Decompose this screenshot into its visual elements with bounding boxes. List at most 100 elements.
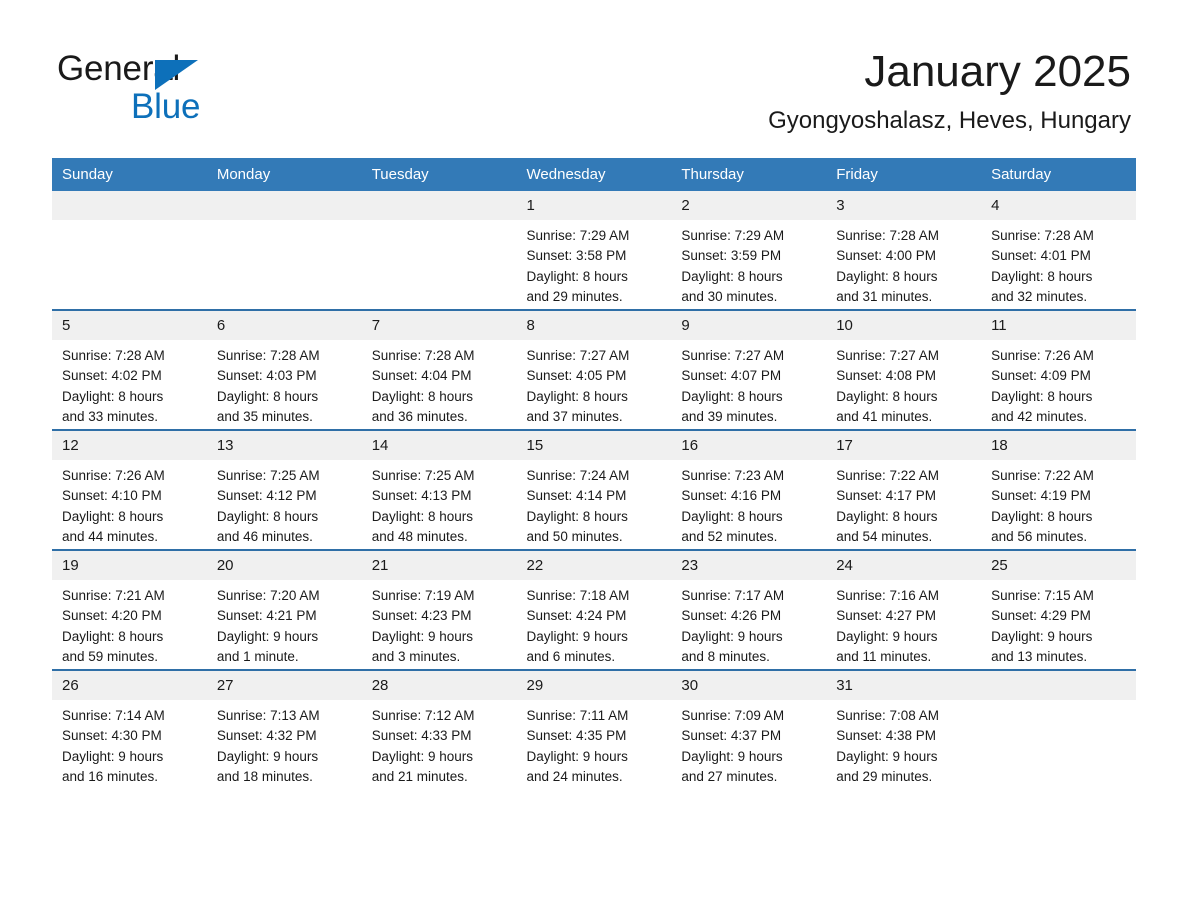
calendar-day-cell[interactable]: 24 Sunrise: 7:16 AM Sunset: 4:27 PM Dayligh… — [826, 549, 982, 670]
day-info-line: and 37 minutes. — [526, 408, 623, 424]
day-info-line: Daylight: 8 hours — [526, 388, 628, 404]
day-info-line: Sunrise: 7:26 AM — [62, 468, 165, 483]
day-number: 14 — [361, 431, 517, 460]
calendar-day-cell[interactable]: 5 Sunrise: 7:28 AM Sunset: 4:02 PM Daylight… — [52, 309, 207, 430]
day-info-line: Sunset: 4:33 PM — [371, 728, 472, 744]
day-info-line: Sunset: 4:35 PM — [526, 728, 627, 744]
day-info-line: Sunset: 4:23 PM — [371, 608, 472, 624]
calendar-day-cell[interactable]: 20 Sunrise: 7:20 AM Sunset: 4:21 PM Dayligh… — [206, 549, 362, 670]
calendar-day-cell[interactable]: 6 Sunrise: 7:28 AM Sunset: 4:03 PM Daylight… — [206, 309, 362, 430]
day-info-line: Daylight: 8 hours — [62, 388, 164, 404]
day-info-line: Sunrise: 7:25 AM — [371, 468, 475, 483]
calendar-day-cell[interactable]: 3 Sunrise: 7:28 AM Sunset: 4:00 PM Daylight… — [826, 191, 982, 310]
calendar-day-cell[interactable]: 25 Sunrise: 7:15 AM Sunset: 4:29 PM Dayligh… — [981, 549, 1136, 670]
day-info-line: Sunset: 4:13 PM — [371, 488, 472, 504]
day-number: 19 — [52, 551, 207, 580]
day-number: 17 — [826, 431, 982, 460]
calendar-day-cell[interactable]: 12 Sunrise: 7:26 AM Sunset: 4:10 PM Dayligh… — [52, 429, 207, 550]
day-sun-info: Sunrise: 7:17 AM Sunset: 4:26 PM Daylight:… — [671, 580, 826, 667]
day-info-line: Sunrise: 7:27 AM — [681, 348, 785, 363]
day-info-line: Daylight: 9 hours — [991, 628, 1093, 644]
day-info-line: and 33 minutes. — [62, 408, 159, 424]
calendar-day-cell[interactable]: 30 Sunrise: 7:09 AM Sunset: 4:37 PM Dayligh… — [671, 669, 827, 789]
day-sun-info: Sunrise: 7:25 AM Sunset: 4:13 PM Daylight:… — [362, 460, 517, 547]
day-sun-info: Sunrise: 7:26 AM Sunset: 4:10 PM Daylight:… — [52, 460, 207, 547]
calendar-day-cell[interactable]: 18 Sunrise: 7:22 AM Sunset: 4:19 PM Dayligh… — [981, 429, 1136, 550]
day-info-line: Daylight: 9 hours — [371, 748, 473, 764]
calendar-day-cell[interactable]: 8 Sunrise: 7:27 AM Sunset: 4:05 PM Daylight… — [516, 309, 672, 430]
calendar-day-cell[interactable]: 23 Sunrise: 7:17 AM Sunset: 4:26 PM Dayligh… — [671, 549, 827, 670]
day-info-line: Sunrise: 7:29 AM — [681, 228, 785, 243]
day-info-line: Daylight: 9 hours — [62, 748, 164, 764]
day-info-line: Sunset: 4:04 PM — [371, 368, 472, 384]
day-info-line: Daylight: 8 hours — [526, 268, 628, 284]
calendar-day-cell[interactable]: 14 Sunrise: 7:25 AM Sunset: 4:13 PM Dayligh… — [361, 429, 517, 550]
day-number: 20 — [206, 551, 362, 580]
calendar-header-row: Sunday Monday Tuesday Wednesday Thursday Frid… — [52, 158, 1136, 191]
calendar-day-cell[interactable]: 1 Sunrise: 7:29 AM Sunset: 3:58 PM Daylight… — [516, 191, 672, 310]
calendar-day-cell[interactable]: 22 Sunrise: 7:18 AM Sunset: 4:24 PM Dayligh… — [516, 549, 672, 670]
day-info-line: and 29 minutes. — [526, 288, 623, 304]
day-info-line: Sunrise: 7:16 AM — [836, 588, 940, 603]
day-info-line: Sunrise: 7:12 AM — [371, 708, 475, 723]
calendar-day-cell[interactable]: 21 Sunrise: 7:19 AM Sunset: 4:23 PM Dayligh… — [361, 549, 517, 670]
day-sun-info: Sunrise: 7:28 AM Sunset: 4:02 PM Daylight:… — [52, 340, 207, 427]
day-info-line: and 36 minutes. — [371, 408, 468, 424]
calendar-day-cell[interactable]: 10 Sunrise: 7:27 AM Sunset: 4:08 PM Dayligh… — [826, 309, 982, 430]
weekday-header-sunday: Sunday — [52, 158, 207, 191]
calendar-day-cell[interactable]: 31 Sunrise: 7:08 AM Sunset: 4:38 PM Dayligh… — [826, 669, 982, 789]
day-info-line: and 30 minutes. — [681, 288, 778, 304]
day-info-line: Sunrise: 7:24 AM — [526, 468, 630, 483]
calendar-day-cell[interactable]: 26 Sunrise: 7:14 AM Sunset: 4:30 PM Dayligh… — [52, 669, 207, 789]
day-sun-info: Sunrise: 7:21 AM Sunset: 4:20 PM Daylight:… — [52, 580, 207, 667]
calendar-day-cell[interactable]: 17 Sunrise: 7:22 AM Sunset: 4:17 PM Dayligh… — [826, 429, 982, 550]
calendar-day-cell[interactable]: 13 Sunrise: 7:25 AM Sunset: 4:12 PM Dayligh… — [206, 429, 362, 550]
day-info-line: Sunset: 4:32 PM — [216, 728, 317, 744]
calendar-day-cell[interactable]: 19 Sunrise: 7:21 AM Sunset: 4:20 PM Dayligh… — [52, 549, 207, 670]
day-number: 10 — [826, 311, 982, 340]
day-info-line: Daylight: 8 hours — [371, 508, 473, 524]
general-blue-logo[interactable]: General Blue — [57, 49, 317, 129]
day-sun-info: Sunrise: 7:08 AM Sunset: 4:38 PM Daylight:… — [826, 700, 981, 787]
calendar-day-cell[interactable]: 11 Sunrise: 7:26 AM Sunset: 4:09 PM Dayligh… — [981, 309, 1136, 430]
day-info-line: Sunrise: 7:22 AM — [991, 468, 1094, 483]
page-subtitle: Gyongyoshalasz, Heves, Hungary — [768, 107, 1131, 134]
calendar-week-row: 1 Sunrise: 7:29 AM Sunset: 3:58 PM Daylight… — [52, 191, 1136, 310]
day-number: 18 — [981, 431, 1136, 460]
weekday-header-saturday: Saturday — [981, 158, 1136, 191]
day-info-line: Daylight: 8 hours — [991, 508, 1093, 524]
day-info-line: Sunrise: 7:18 AM — [526, 588, 630, 603]
day-info-line: Daylight: 9 hours — [681, 628, 783, 644]
calendar-empty-cell — [52, 191, 207, 310]
calendar-day-cell[interactable]: 16 Sunrise: 7:23 AM Sunset: 4:16 PM Dayligh… — [671, 429, 827, 550]
page-title: January 2025 — [864, 47, 1131, 96]
calendar-day-cell[interactable]: 4 Sunrise: 7:28 AM Sunset: 4:01 PM Daylight… — [981, 191, 1136, 310]
day-info-line: Daylight: 8 hours — [371, 388, 473, 404]
day-info-line: and 1 minute. — [216, 648, 299, 664]
day-info-line: and 6 minutes. — [526, 648, 616, 664]
day-number: 12 — [52, 431, 207, 460]
day-number: 9 — [671, 311, 827, 340]
day-number: 5 — [52, 311, 207, 340]
day-sun-info: Sunrise: 7:27 AM Sunset: 4:05 PM Daylight:… — [517, 340, 672, 427]
calendar-day-cell[interactable]: 15 Sunrise: 7:24 AM Sunset: 4:14 PM Dayligh… — [516, 429, 672, 550]
weekday-header-monday: Monday — [206, 158, 362, 191]
calendar-day-cell[interactable]: 9 Sunrise: 7:27 AM Sunset: 4:07 PM Daylight… — [671, 309, 827, 430]
day-number — [52, 191, 207, 220]
day-number: 23 — [671, 551, 827, 580]
day-sun-info: Sunrise: 7:25 AM Sunset: 4:12 PM Daylight:… — [207, 460, 362, 547]
calendar-day-cell[interactable]: 29 Sunrise: 7:11 AM Sunset: 4:35 PM Dayligh… — [516, 669, 672, 789]
calendar-day-cell[interactable]: 27 Sunrise: 7:13 AM Sunset: 4:32 PM Dayligh… — [206, 669, 362, 789]
day-info-line: Sunset: 4:21 PM — [216, 608, 317, 624]
day-number: 15 — [516, 431, 672, 460]
day-info-line: Sunset: 4:26 PM — [681, 608, 782, 624]
day-info-line: Sunset: 4:19 PM — [991, 488, 1091, 504]
calendar-day-cell[interactable]: 7 Sunrise: 7:28 AM Sunset: 4:04 PM Daylight… — [361, 309, 517, 430]
day-info-line: Sunset: 4:07 PM — [681, 368, 782, 384]
day-info-line: and 59 minutes. — [62, 648, 159, 664]
calendar-day-cell[interactable]: 28 Sunrise: 7:12 AM Sunset: 4:33 PM Dayligh… — [361, 669, 517, 789]
day-info-line: Daylight: 8 hours — [836, 508, 938, 524]
calendar-day-cell[interactable]: 2 Sunrise: 7:29 AM Sunset: 3:59 PM Daylight… — [671, 191, 827, 310]
day-info-line: Daylight: 8 hours — [681, 508, 783, 524]
logo-text-blue: Blue — [131, 87, 201, 126]
